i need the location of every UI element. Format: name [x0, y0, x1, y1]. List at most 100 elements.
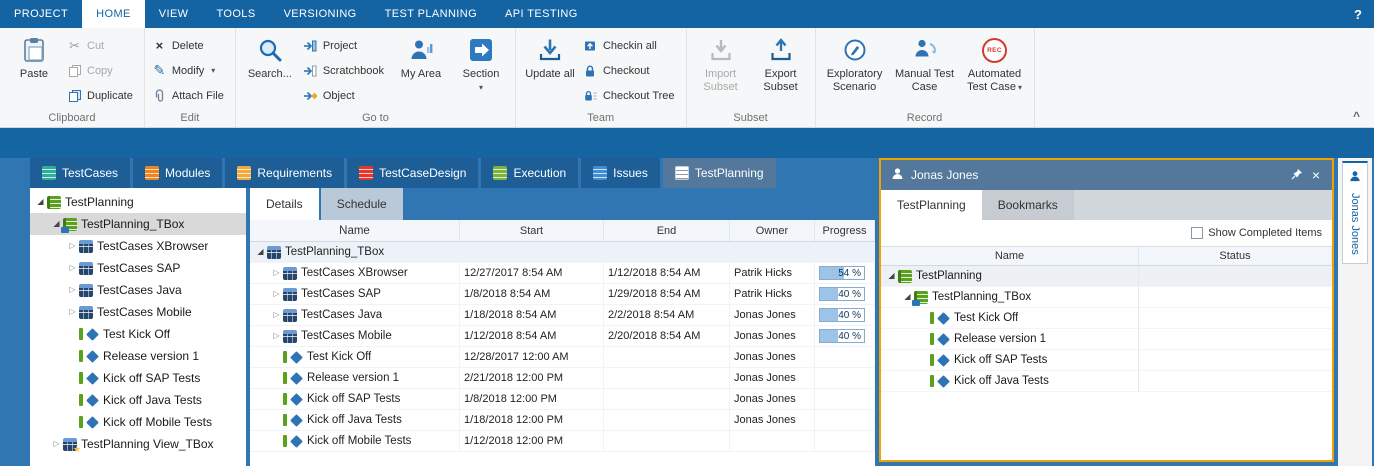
menu-item-view[interactable]: VIEW [145, 0, 203, 28]
duplicate-button[interactable]: Duplicate [65, 85, 139, 106]
modify-dropdown-caret-icon[interactable]: ▾ [211, 66, 215, 75]
tab-issues[interactable]: Issues [581, 158, 660, 188]
cut-button[interactable]: ✂ Cut [65, 35, 139, 56]
column-header-owner[interactable]: Owner [730, 220, 815, 241]
tab-schedule[interactable]: Schedule [321, 188, 403, 220]
tree-expander[interactable]: ▷ [66, 264, 79, 272]
left-tree-row[interactable]: Kick off Mobile Tests [30, 411, 246, 433]
my-area-button[interactable]: My Area [392, 30, 450, 81]
left-tree-row[interactable]: ▷TestCases SAP [30, 257, 246, 279]
details-table-row[interactable]: Release version 12/21/2018 12:00 PMJonas… [250, 368, 875, 389]
left-tree-row[interactable]: Release version 1 [30, 345, 246, 367]
tree-expander[interactable]: ◢ [885, 272, 898, 280]
automated-test-case-button[interactable]: REC Automated Test Case▾ [961, 30, 1029, 94]
checkout-button[interactable]: Checkout [581, 60, 681, 81]
menu-item-test-planning[interactable]: TEST PLANNING [371, 0, 491, 28]
delete-button[interactable]: × Delete [150, 35, 230, 56]
tree-expander[interactable]: ▷ [270, 311, 283, 319]
menu-item-tools[interactable]: TOOLS [202, 0, 269, 28]
user-column-header-status[interactable]: Status [1139, 247, 1332, 265]
column-header-end[interactable]: End [604, 220, 730, 241]
item-label: Kick off Mobile Tests [103, 415, 212, 429]
user-tab-bookmarks[interactable]: Bookmarks [982, 190, 1074, 220]
details-table-row[interactable]: ▷TestCases Mobile1/12/2018 8:54 AM2/20/2… [250, 326, 875, 347]
user-column-header-name[interactable]: Name [881, 247, 1139, 265]
left-tree-row[interactable]: ◢TestPlanning_TBox [30, 213, 246, 235]
pin-icon[interactable] [1291, 168, 1303, 183]
user-tree-row[interactable]: ◢TestPlanning_TBox [881, 287, 1332, 308]
exploratory-scenario-button[interactable]: Exploratory Scenario [821, 30, 889, 94]
tab-details[interactable]: Details [250, 188, 319, 220]
automated-dropdown-caret-icon[interactable]: ▾ [1018, 83, 1022, 92]
left-tree-row[interactable]: ◢TestPlanning [30, 191, 246, 213]
user-tree-row[interactable]: Kick off Java Tests [881, 371, 1332, 392]
tree-expander[interactable]: ▷ [50, 440, 63, 448]
details-table-row[interactable]: Kick off Java Tests1/18/2018 12:00 PMJon… [250, 410, 875, 431]
goto-object-icon [303, 89, 318, 103]
section-button[interactable]: Section ▾ [452, 30, 510, 92]
tab-testcases[interactable]: TestCases [30, 158, 130, 188]
left-tree-row[interactable]: ▷TestCases Mobile [30, 301, 246, 323]
left-tree-row[interactable]: ▷TestPlanning View_TBox [30, 433, 246, 455]
left-tree-row[interactable]: ▷TestCases XBrowser [30, 235, 246, 257]
details-table-row[interactable]: ▷TestCases SAP1/8/2018 8:54 AM1/29/2018 … [250, 284, 875, 305]
tree-expander[interactable]: ▷ [66, 242, 79, 250]
goto-project-button[interactable]: Project [301, 35, 390, 56]
details-table-row[interactable]: ▷TestCases Java1/18/2018 8:54 AM2/2/2018… [250, 305, 875, 326]
export-subset-button[interactable]: Export Subset [752, 30, 810, 94]
user-side-tab[interactable]: Jonas Jones [1342, 161, 1368, 264]
details-table-row[interactable]: Kick off Mobile Tests1/12/2018 12:00 PM [250, 431, 875, 452]
column-header-name[interactable]: Name [250, 220, 460, 241]
user-tab-testplanning[interactable]: TestPlanning [881, 190, 982, 220]
tree-expander[interactable]: ▷ [270, 269, 283, 277]
user-tree-row[interactable]: Test Kick Off [881, 308, 1332, 329]
paste-button[interactable]: Paste [5, 30, 63, 81]
update-all-button[interactable]: Update all [521, 30, 579, 81]
show-completed-checkbox[interactable] [1191, 227, 1203, 239]
goto-scratchbook-button[interactable]: Scratchbook [301, 60, 390, 81]
column-header-start[interactable]: Start [460, 220, 604, 241]
goto-object-button[interactable]: Object [301, 85, 390, 106]
modify-button[interactable]: ✎ Modify ▾ [150, 60, 230, 81]
checkout-tree-button[interactable]: Checkout Tree [581, 85, 681, 106]
left-tree-row[interactable]: Kick off SAP Tests [30, 367, 246, 389]
tab-testcasedesign[interactable]: TestCaseDesign [347, 158, 478, 188]
column-header-progress[interactable]: Progress [815, 220, 875, 241]
close-icon[interactable]: × [1310, 168, 1322, 182]
tree-expander[interactable]: ▷ [66, 286, 79, 294]
left-tree-row[interactable]: ▷TestCases Java [30, 279, 246, 301]
tree-expander[interactable]: ▷ [270, 290, 283, 298]
collapse-ribbon-button[interactable]: ^ [1353, 111, 1360, 121]
left-tree-row[interactable]: Kick off Java Tests [30, 389, 246, 411]
item-label: TestCases Java [301, 309, 382, 321]
tab-execution[interactable]: Execution [481, 158, 578, 188]
attach-file-button[interactable]: Attach File [150, 85, 230, 106]
menu-item-api-testing[interactable]: API TESTING [491, 0, 592, 28]
tree-expander[interactable]: ▷ [270, 332, 283, 340]
checkin-all-button[interactable]: Checkin all [581, 35, 681, 56]
section-dropdown-caret-icon[interactable]: ▾ [479, 84, 483, 92]
tree-expander[interactable]: ◢ [34, 198, 47, 206]
search-button[interactable]: Search... [241, 30, 299, 81]
copy-button[interactable]: Copy [65, 60, 139, 81]
details-table-row[interactable]: ▷TestCases XBrowser12/27/2017 8:54 AM1/1… [250, 263, 875, 284]
manual-test-case-button[interactable]: Manual Test Case [891, 30, 959, 94]
user-tree-row[interactable]: Release version 1 [881, 329, 1332, 350]
menu-item-project[interactable]: PROJECT [0, 0, 82, 28]
details-table-row[interactable]: ◢TestPlanning_TBox [250, 242, 875, 263]
user-tree-row[interactable]: Kick off SAP Tests [881, 350, 1332, 371]
tab-requirements[interactable]: Requirements [225, 158, 344, 188]
tab-testplanning[interactable]: TestPlanning [663, 158, 776, 188]
menu-item-versioning[interactable]: VERSIONING [270, 0, 371, 28]
import-subset-button[interactable]: Import Subset [692, 30, 750, 94]
tree-expander[interactable]: ▷ [66, 308, 79, 316]
help-button[interactable]: ? [1354, 0, 1362, 28]
progress-bar: 40 % [819, 329, 865, 343]
tab-modules[interactable]: Modules [133, 158, 222, 188]
details-table-row[interactable]: Kick off SAP Tests1/8/2018 12:00 PMJonas… [250, 389, 875, 410]
left-tree-row[interactable]: Test Kick Off [30, 323, 246, 345]
menu-item-home[interactable]: HOME [82, 0, 145, 28]
details-table-row[interactable]: Test Kick Off12/28/2017 12:00 AMJonas Jo… [250, 347, 875, 368]
user-tree-row[interactable]: ◢TestPlanning [881, 266, 1332, 287]
tree-expander[interactable]: ◢ [254, 248, 267, 256]
